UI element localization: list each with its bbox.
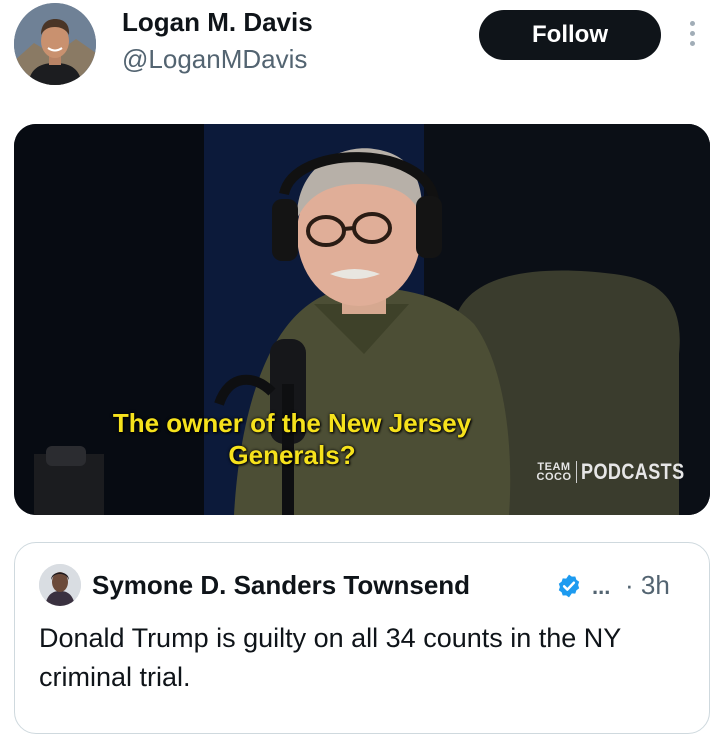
quoted-post-text: Donald Trump is guilty on all 34 counts … [39,623,621,692]
truncation-ellipsis: ... [592,574,611,599]
quoted-post-card[interactable]: Symone D. Sanders Townsend ... · 3h Dona… [14,542,710,734]
caption-line-2: Generals? [228,440,356,470]
watermark-podcasts: PODCASTS [581,459,685,484]
team-coco-podcasts-watermark: TEAM COCO PODCASTS [534,459,707,485]
quoted-author-avatar[interactable] [39,564,81,606]
follow-button[interactable]: Follow [479,10,661,60]
video-thumbnail[interactable]: The owner of the New Jersey Generals? TE… [14,124,710,515]
author-avatar[interactable] [14,3,96,85]
quoted-post-time[interactable]: · 3h [625,569,670,601]
video-caption: The owner of the New Jersey Generals? [14,407,570,471]
more-vertical-icon[interactable] [684,18,700,52]
watermark-divider [576,461,577,483]
author-handle[interactable]: @LoganMDavis [122,42,307,76]
quoted-author-name[interactable]: Symone D. Sanders Townsend [92,569,470,601]
verified-badge-icon [558,574,580,598]
author-name[interactable]: Logan M. Davis [122,6,313,38]
caption-line-1: The owner of the New Jersey [112,408,472,438]
watermark-coco: COCO [536,471,572,483]
